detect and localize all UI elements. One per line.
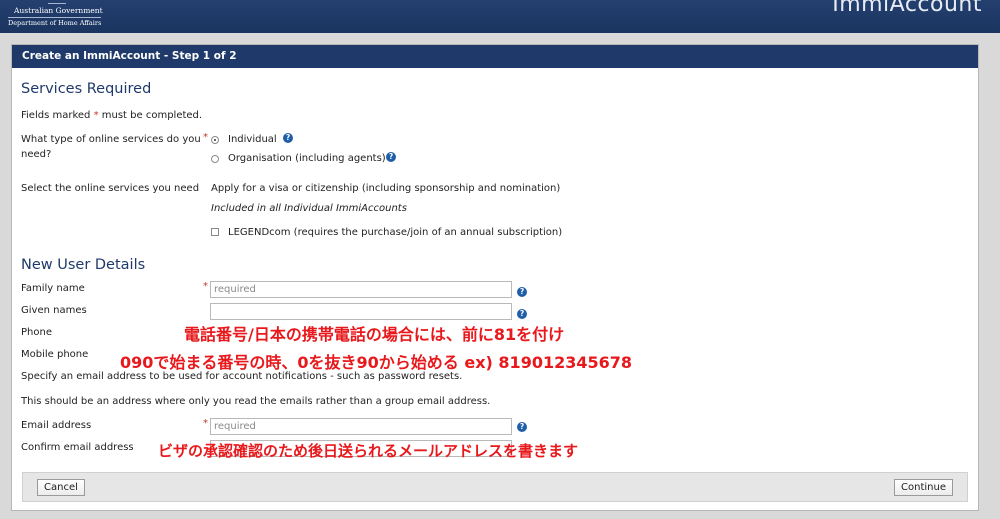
required-star: *: [203, 281, 208, 292]
user-details-heading: New User Details: [21, 257, 146, 273]
cancel-button[interactable]: Cancel: [37, 479, 85, 496]
included-text: Included in all Individual ImmiAccounts: [211, 203, 407, 214]
annotation-phone-1: 電話番号/日本の携帯電話の場合には、前に81を付け: [184, 325, 565, 344]
help-circle-icon[interactable]: ?: [283, 133, 293, 143]
legendcom-label[interactable]: LEGENDcom (requires the purchase/join of…: [228, 227, 562, 238]
fields-note-post: must be completed.: [101, 110, 203, 121]
gov-line2: Department of Home Affairs: [8, 17, 102, 27]
help-circle-icon[interactable]: ?: [386, 152, 396, 162]
brand-title: ImmiAccount: [832, 0, 982, 17]
family-name-input[interactable]: [210, 281, 512, 298]
confirm-email-label: Confirm email address: [21, 442, 134, 453]
annotation-email: ビザの承認確認のため後日送られるメールアドレスを書きます: [158, 442, 579, 460]
help-circle-icon[interactable]: ?: [517, 309, 527, 319]
option-individual-label[interactable]: Individual: [228, 134, 277, 145]
fields-note-pre: Fields marked: [21, 110, 91, 121]
continue-button[interactable]: Continue: [894, 479, 953, 496]
services-heading: Services Required: [21, 81, 152, 97]
required-star: *: [93, 110, 99, 121]
given-names-label: Given names: [21, 305, 87, 316]
option-organisation-label[interactable]: Organisation (including agents): [228, 153, 386, 164]
phone-label: Phone: [21, 327, 52, 338]
top-banner: Australian Government Department of Home…: [0, 0, 1000, 33]
given-names-input[interactable]: [210, 303, 512, 320]
annotation-phone-2: 090で始まる番号の時、0を抜き90から始める ex) 819012345678: [120, 353, 633, 372]
email-address-label: Email address: [21, 420, 92, 431]
type-question-line2: need?: [21, 149, 52, 160]
required-star: *: [203, 418, 208, 429]
radio-organisation[interactable]: [211, 155, 219, 163]
select-services-label: Select the online services you need: [21, 183, 200, 194]
email-note-2: This should be an address where only you…: [21, 396, 491, 407]
help-circle-icon[interactable]: ?: [517, 287, 527, 297]
type-question-line1: What type of online services do you: [21, 134, 201, 145]
required-star: *: [203, 132, 208, 143]
legendcom-checkbox[interactable]: [211, 228, 219, 236]
crest-icon: [48, 0, 66, 4]
gov-line1: Australian Government: [14, 6, 103, 15]
family-name-label: Family name: [21, 283, 85, 294]
mobile-phone-label: Mobile phone: [21, 349, 89, 360]
radio-individual[interactable]: [211, 136, 219, 144]
help-circle-icon[interactable]: ?: [517, 422, 527, 432]
government-logo: Australian Government Department of Home…: [6, 0, 106, 33]
form-footer: Cancel Continue: [22, 472, 968, 502]
fields-note: Fields marked * must be completed.: [21, 110, 202, 121]
apply-visa-text: Apply for a visa or citizenship (includi…: [211, 183, 561, 194]
email-address-input[interactable]: [210, 418, 512, 435]
panel-title: Create an ImmiAccount - Step 1 of 2: [12, 45, 978, 68]
